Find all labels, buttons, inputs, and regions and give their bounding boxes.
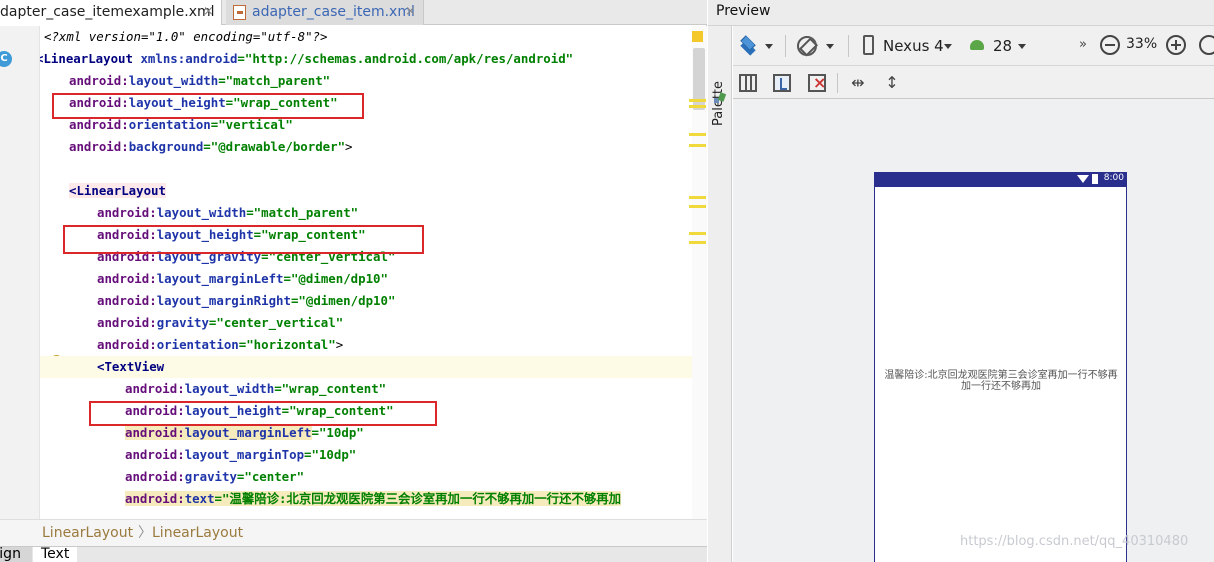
warning-mark[interactable] [689,133,706,136]
watermark-text: https://blog.csdn.net/qq_40310480 [960,534,1189,549]
chevron-down-icon[interactable] [1018,44,1026,49]
toolbar-divider [785,35,786,57]
device-status-bar: 8:00 [874,172,1127,187]
warning-mark[interactable] [689,196,706,199]
more-icon[interactable]: » [1079,37,1087,52]
code-line: <LinearLayout xmlns:android="http://sche… [40,51,574,66]
rotate-icon[interactable] [797,36,817,56]
expand-horizontal-icon[interactable]: ⇹ [849,74,867,92]
warning-mark[interactable] [689,99,706,102]
code-line: android:text="温馨陪诊:北京回龙观医院第三会诊室再加一行不够再加一… [125,491,622,506]
api-level-selector[interactable]: 28 [993,37,1012,55]
clear-constraints-icon[interactable] [808,73,826,92]
annotation-box [63,225,424,254]
code-line-current: <TextView [40,356,692,378]
close-icon[interactable]: × [203,0,214,24]
preview-toolbar-secondary: ⇹ ↕ [733,66,1214,99]
zoom-in-icon[interactable] [1166,35,1186,55]
code-line: android:layout_width="match_parent" [69,73,331,88]
warning-mark[interactable] [689,105,706,108]
code-line: android:gravity="center" [125,469,305,484]
toolbar-divider [848,35,849,57]
tab-design[interactable]: sign [0,547,32,562]
warning-mark[interactable] [689,205,706,208]
warning-status-icon[interactable] [692,31,703,42]
breadcrumb-item[interactable]: LinearLayout [42,520,133,546]
zoom-out-icon[interactable] [1100,35,1120,55]
xml-editor: dapter_case_itemexample.xml × adapter_ca… [0,0,707,562]
layers-icon[interactable] [739,35,757,56]
android-studio-window: dapter_case_itemexample.xml × adapter_ca… [0,0,1214,562]
zoom-fit-icon[interactable] [1199,35,1214,55]
tab-adapter-case-item[interactable]: adapter_case_item.xml × [226,0,424,25]
preview-toolbar: Nexus 4 28 » 33% [733,26,1214,66]
code-line: <LinearLayout [69,183,166,198]
code-line: android:layout_width="wrap_content" [125,381,387,396]
rendered-textview[interactable]: 温馨陪诊:北京回龙观医院第三会诊室再加一行不够再加一行还不够再加 [881,370,1121,392]
chevron-down-icon[interactable] [944,44,952,49]
breadcrumb: LinearLayout 〉 LinearLayout [0,519,707,546]
breadcrumb-item[interactable]: LinearLayout [152,520,243,546]
preview-title: Preview [716,3,771,19]
phone-icon[interactable] [863,35,874,55]
code-line: android:layout_marginLeft="@dimen/dp10" [97,271,388,286]
code-line: android:layout_width="match_parent" [97,205,359,220]
line-gutter [0,26,40,519]
chevron-down-icon[interactable] [826,44,834,49]
tab-text[interactable]: Text [33,547,77,562]
expand-vertical-icon[interactable]: ↕ [883,74,901,92]
tab-label: dapter_case_itemexample.xml [0,4,215,20]
code-line: android:gravity="center_vertical" [97,315,344,330]
tab-label: adapter_case_item.xml [252,4,415,20]
toolbar-divider [837,73,838,93]
battery-icon [1092,174,1098,184]
xml-file-icon [233,5,246,20]
code-line: android:orientation="horizontal"> [97,337,344,352]
palette-icon [714,92,727,104]
device-selector[interactable]: Nexus 4 [883,37,944,55]
android-icon[interactable] [970,40,984,50]
code-line: android:background="@drawable/border"> [69,139,353,154]
preview-header: Preview [708,0,1214,26]
status-time: 8:00 [1103,173,1124,183]
code-line: android:layout_marginRight="@dimen/dp10" [97,293,396,308]
blueprint-icon[interactable] [773,74,791,92]
tab-adapter-case-itemexample[interactable]: dapter_case_itemexample.xml × [0,0,222,25]
palette-strip[interactable]: Palette [708,26,732,562]
code-line: <?xml version="1.0" encoding="utf-8"?> [44,29,328,44]
zoom-level: 33% [1126,36,1158,52]
warning-mark[interactable] [689,241,706,244]
annotation-box [89,401,437,426]
close-icon[interactable]: × [405,0,416,24]
breadcrumb-separator: 〉 [138,525,152,541]
wifi-icon [1077,175,1089,183]
device-screen[interactable] [874,172,1127,562]
warning-mark[interactable] [689,232,706,235]
code-line: android:layout_marginTop="10dp" [125,447,357,462]
editor-mode-tabs: sign Text [0,546,707,562]
chevron-down-icon[interactable] [765,44,773,49]
design-view-icon[interactable] [739,74,757,92]
warning-mark[interactable] [689,144,706,147]
annotation-box [52,93,364,119]
editor-tab-bar: dapter_case_itemexample.xml × adapter_ca… [0,0,707,25]
